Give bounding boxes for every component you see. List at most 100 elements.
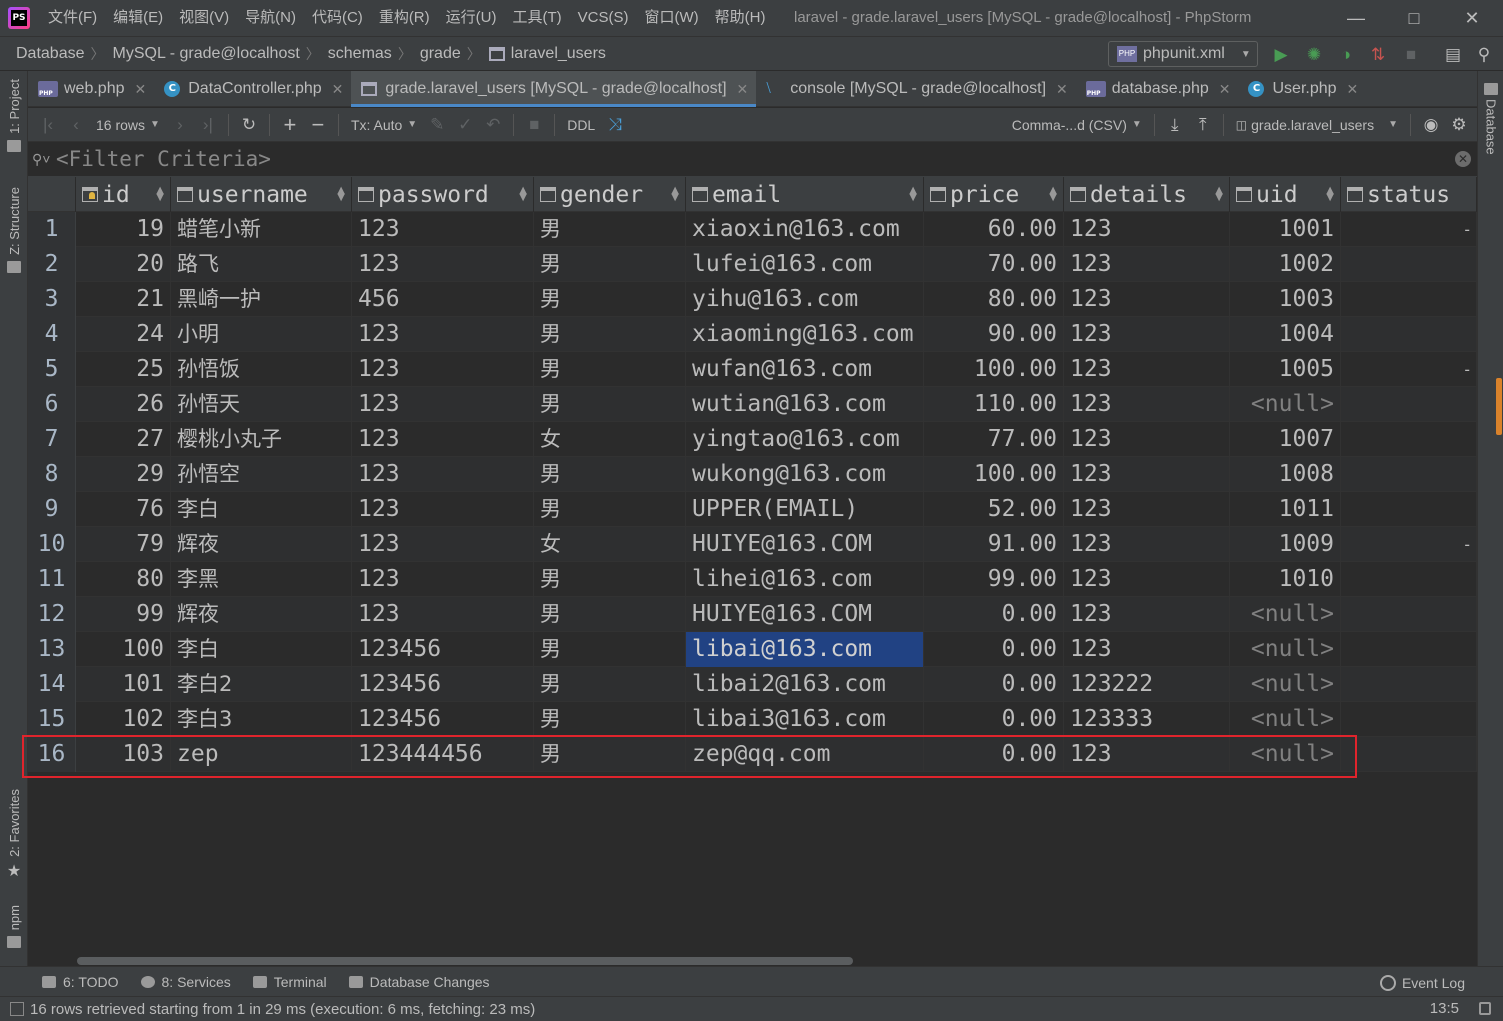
filter-input[interactable]: <Filter Criteria> <box>56 147 271 171</box>
commit-icon[interactable]: ✎ <box>423 111 451 139</box>
cell-price[interactable]: 52.00 <box>924 492 1064 527</box>
table-row[interactable]: 6 26 孙悟天 123 男 wutian@163.com 110.00 123 <null> <box>28 387 1477 422</box>
cell-username[interactable]: 辉夜 <box>171 527 352 562</box>
sort-icon[interactable]: ▲ ▼ <box>1326 186 1334 203</box>
cell-email[interactable]: zep@qq.com <box>686 737 924 772</box>
cell-id[interactable]: 102 <box>76 702 171 737</box>
cell-gender[interactable]: 男 <box>534 597 686 632</box>
previous-page-icon[interactable]: ‹ <box>62 111 90 139</box>
cell-details[interactable]: 123 <box>1064 527 1230 562</box>
cell-username[interactable]: 李白2 <box>171 667 352 702</box>
caret-position[interactable]: 13:5 <box>1430 1000 1459 1017</box>
editor-tab[interactable]: C DataController.php ✕ <box>154 71 351 107</box>
cell-username[interactable]: 黑崎一护 <box>171 282 352 317</box>
editor-tab[interactable]: database.php ✕ <box>1076 71 1239 107</box>
cell-price[interactable]: 0.00 <box>924 597 1064 632</box>
cell-id[interactable]: 24 <box>76 317 171 352</box>
cell-uid[interactable]: <null> <box>1230 702 1341 737</box>
cell-password[interactable]: 123 <box>352 492 534 527</box>
database-tool-tab[interactable]: Database <box>1480 83 1502 155</box>
cell-id[interactable]: 20 <box>76 247 171 282</box>
cell-id[interactable]: 99 <box>76 597 171 632</box>
close-tab-icon[interactable]: ✕ <box>332 81 344 98</box>
cell-status[interactable] <box>1341 597 1477 632</box>
cell-uid[interactable]: <null> <box>1230 632 1341 667</box>
run-configuration-select[interactable]: PHP phpunit.xml ▼ <box>1108 41 1258 67</box>
cell-username[interactable]: zep <box>171 737 352 772</box>
row-number[interactable]: 2 <box>28 247 76 282</box>
delete-row-icon[interactable]: − <box>304 111 332 139</box>
cell-price[interactable]: 0.00 <box>924 702 1064 737</box>
cell-status[interactable]: - <box>1341 212 1477 247</box>
cell-id[interactable]: 21 <box>76 282 171 317</box>
cell-id[interactable]: 101 <box>76 667 171 702</box>
cell-password[interactable]: 123456 <box>352 667 534 702</box>
cell-price[interactable]: 70.00 <box>924 247 1064 282</box>
cell-status[interactable] <box>1341 387 1477 422</box>
cell-gender[interactable]: 男 <box>534 247 686 282</box>
row-number[interactable]: 15 <box>28 702 76 737</box>
cell-id[interactable]: 100 <box>76 632 171 667</box>
cell-status[interactable]: - <box>1341 527 1477 562</box>
cell-id[interactable]: 29 <box>76 457 171 492</box>
cell-email[interactable]: libai2@163.com <box>686 667 924 702</box>
cell-email[interactable]: UPPER(EMAIL) <box>686 492 924 527</box>
cell-email[interactable]: libai@163.com <box>686 632 924 667</box>
cell-status[interactable] <box>1341 632 1477 667</box>
cell-price[interactable]: 110.00 <box>924 387 1064 422</box>
row-number[interactable]: 1 <box>28 212 76 247</box>
cell-gender[interactable]: 男 <box>534 212 686 247</box>
project-structure-icon[interactable]: ▤ <box>1441 43 1465 67</box>
breadcrumb-item[interactable]: MySQL - grade@localhost <box>107 45 304 63</box>
cell-gender[interactable]: 男 <box>534 282 686 317</box>
column-header-details[interactable]: details ▲ ▼ <box>1064 177 1230 212</box>
sort-icon[interactable]: ▲ ▼ <box>671 186 679 203</box>
favorites-tool-tab[interactable]: 2: Favorites ★ <box>3 789 25 881</box>
cell-gender[interactable]: 女 <box>534 527 686 562</box>
menu-item[interactable]: VCS(S) <box>570 0 637 36</box>
vertical-scrollbar-marker[interactable] <box>1496 378 1502 435</box>
grid-corner[interactable] <box>28 177 76 212</box>
menu-item[interactable]: 文件(F) <box>40 0 105 36</box>
cell-status[interactable] <box>1341 562 1477 597</box>
menu-item[interactable]: 窗口(W) <box>636 0 706 36</box>
cell-gender[interactable]: 男 <box>534 702 686 737</box>
cell-id[interactable]: 76 <box>76 492 171 527</box>
cell-username[interactable]: 路飞 <box>171 247 352 282</box>
reload-icon[interactable]: ↻ <box>235 111 263 139</box>
column-header-id[interactable]: id ▲ ▼ <box>76 177 171 212</box>
cell-email[interactable]: HUIYE@163.COM <box>686 597 924 632</box>
cell-price[interactable]: 77.00 <box>924 422 1064 457</box>
cell-id[interactable]: 80 <box>76 562 171 597</box>
cell-uid[interactable]: 1003 <box>1230 282 1341 317</box>
row-number[interactable]: 3 <box>28 282 76 317</box>
cell-email[interactable]: yingtao@163.com <box>686 422 924 457</box>
cell-email[interactable]: wukong@163.com <box>686 457 924 492</box>
settings-gear-icon[interactable]: ⚙ <box>1445 111 1473 139</box>
cell-password[interactable]: 123 <box>352 527 534 562</box>
cell-price[interactable]: 99.00 <box>924 562 1064 597</box>
table-row[interactable]: 14 101 李白2 123456 男 libai2@163.com 0.00 123222 <… <box>28 667 1477 702</box>
transaction-mode-select[interactable]: Tx: Auto ▼ <box>345 117 423 133</box>
table-target-select[interactable]: ◫ grade.laravel_users ▼ <box>1230 117 1404 133</box>
cell-status[interactable] <box>1341 282 1477 317</box>
editor-tab[interactable]: C User.php ✕ <box>1238 71 1366 107</box>
cell-price[interactable]: 90.00 <box>924 317 1064 352</box>
lock-icon[interactable] <box>1479 1002 1491 1015</box>
profile-icon[interactable]: ⇅ <box>1366 43 1390 67</box>
row-number[interactable]: 8 <box>28 457 76 492</box>
table-row[interactable]: 4 24 小明 123 男 xiaoming@163.com 90.00 123 1004 <box>28 317 1477 352</box>
cell-uid[interactable]: 1008 <box>1230 457 1341 492</box>
import-upload-icon[interactable]: ⤒ <box>1189 111 1217 139</box>
submit-icon[interactable]: ✓ <box>451 111 479 139</box>
cell-status[interactable] <box>1341 247 1477 282</box>
cell-username[interactable]: 孙悟空 <box>171 457 352 492</box>
npm-tool-tab[interactable]: npm <box>3 905 25 949</box>
row-number[interactable]: 6 <box>28 387 76 422</box>
todo-tool-button[interactable]: 6: TODO <box>42 974 119 990</box>
row-number[interactable]: 12 <box>28 597 76 632</box>
cell-details[interactable]: 123 <box>1064 632 1230 667</box>
cell-id[interactable]: 103 <box>76 737 171 772</box>
project-tool-tab[interactable]: 1: Project <box>3 79 25 152</box>
cell-details[interactable]: 123222 <box>1064 667 1230 702</box>
